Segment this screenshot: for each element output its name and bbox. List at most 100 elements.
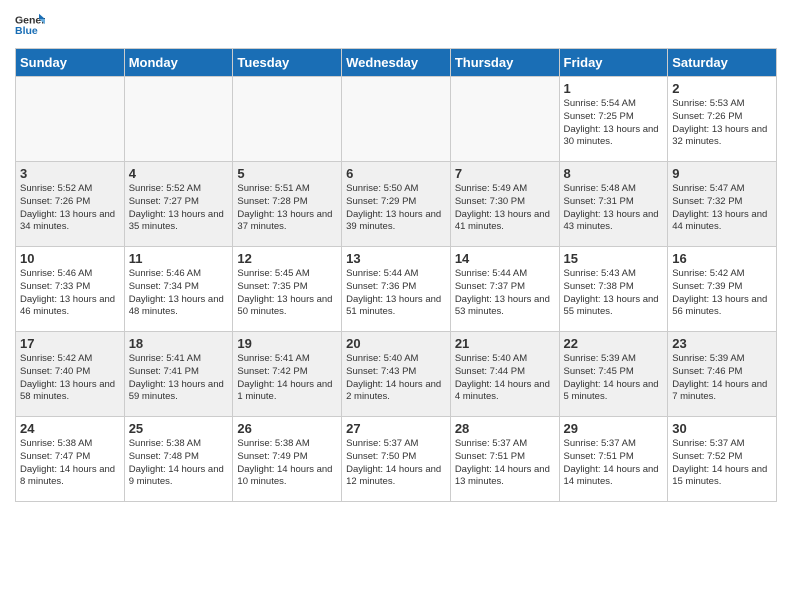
calendar-cell: 14 Sunrise: 5:44 AMSunset: 7:37 PMDayligh… <box>450 247 559 332</box>
day-info: Sunrise: 5:39 AMSunset: 7:46 PMDaylight:… <box>672 353 772 404</box>
calendar-cell: 4 Sunrise: 5:52 AMSunset: 7:27 PMDaylight… <box>124 162 233 247</box>
calendar-cell: 9 Sunrise: 5:47 AMSunset: 7:32 PMDaylight… <box>668 162 777 247</box>
day-number: 16 <box>672 251 772 266</box>
day-info: Sunrise: 5:38 AMSunset: 7:47 PMDaylight:… <box>20 438 120 489</box>
calendar-cell: 20 Sunrise: 5:40 AMSunset: 7:43 PMDayligh… <box>342 332 451 417</box>
weekday-header-sunday: Sunday <box>16 49 125 77</box>
calendar-cell <box>16 77 125 162</box>
day-info: Sunrise: 5:52 AMSunset: 7:27 PMDaylight:… <box>129 183 229 234</box>
day-info: Sunrise: 5:37 AMSunset: 7:50 PMDaylight:… <box>346 438 446 489</box>
calendar-cell: 1Sunrise: 5:54 AMSunset: 7:25 PMDaylight… <box>559 77 668 162</box>
day-info: Sunrise: 5:43 AMSunset: 7:38 PMDaylight:… <box>564 268 664 319</box>
weekday-header-friday: Friday <box>559 49 668 77</box>
calendar-cell: 30 Sunrise: 5:37 AMSunset: 7:52 PMDayligh… <box>668 417 777 502</box>
day-info: Sunrise: 5:40 AMSunset: 7:43 PMDaylight:… <box>346 353 446 404</box>
day-number: 9 <box>672 166 772 181</box>
calendar: SundayMondayTuesdayWednesdayThursdayFrid… <box>15 48 777 502</box>
logo: General Blue <box>15 10 45 40</box>
calendar-cell: 19 Sunrise: 5:41 AMSunset: 7:42 PMDayligh… <box>233 332 342 417</box>
calendar-cell: 2Sunrise: 5:53 AMSunset: 7:26 PMDaylight… <box>668 77 777 162</box>
calendar-cell: 27 Sunrise: 5:37 AMSunset: 7:50 PMDayligh… <box>342 417 451 502</box>
day-number: 11 <box>129 251 229 266</box>
calendar-cell: 11 Sunrise: 5:46 AMSunset: 7:34 PMDayligh… <box>124 247 233 332</box>
day-info: Sunrise: 5:37 AMSunset: 7:51 PMDaylight:… <box>564 438 664 489</box>
day-number: 18 <box>129 336 229 351</box>
day-info: Sunrise: 5:38 AMSunset: 7:48 PMDaylight:… <box>129 438 229 489</box>
day-number: 20 <box>346 336 446 351</box>
day-number: 13 <box>346 251 446 266</box>
day-info: Sunrise: 5:37 AMSunset: 7:52 PMDaylight:… <box>672 438 772 489</box>
day-number: 6 <box>346 166 446 181</box>
calendar-cell: 22 Sunrise: 5:39 AMSunset: 7:45 PMDayligh… <box>559 332 668 417</box>
day-number: 21 <box>455 336 555 351</box>
day-info: Sunrise: 5:42 AMSunset: 7:39 PMDaylight:… <box>672 268 772 319</box>
calendar-cell: 13 Sunrise: 5:44 AMSunset: 7:36 PMDayligh… <box>342 247 451 332</box>
day-info: Sunrise: 5:44 AMSunset: 7:36 PMDaylight:… <box>346 268 446 319</box>
day-info: Sunrise: 5:42 AMSunset: 7:40 PMDaylight:… <box>20 353 120 404</box>
day-number: 23 <box>672 336 772 351</box>
day-info: Sunrise: 5:47 AMSunset: 7:32 PMDaylight:… <box>672 183 772 234</box>
calendar-cell <box>450 77 559 162</box>
calendar-cell: 24 Sunrise: 5:38 AMSunset: 7:47 PMDayligh… <box>16 417 125 502</box>
day-number: 17 <box>20 336 120 351</box>
day-info: Sunrise: 5:41 AMSunset: 7:41 PMDaylight:… <box>129 353 229 404</box>
calendar-cell: 25Sunrise: 5:38 AMSunset: 7:48 PMDayligh… <box>124 417 233 502</box>
week-row-0: 1Sunrise: 5:54 AMSunset: 7:25 PMDaylight… <box>16 77 777 162</box>
calendar-cell: 10Sunrise: 5:46 AMSunset: 7:33 PMDayligh… <box>16 247 125 332</box>
calendar-cell: 29 Sunrise: 5:37 AMSunset: 7:51 PMDayligh… <box>559 417 668 502</box>
day-number: 29 <box>564 421 664 436</box>
day-number: 8 <box>564 166 664 181</box>
calendar-cell: 23 Sunrise: 5:39 AMSunset: 7:46 PMDayligh… <box>668 332 777 417</box>
day-number: 19 <box>237 336 337 351</box>
day-info: Sunrise: 5:46 AMSunset: 7:34 PMDaylight:… <box>129 268 229 319</box>
week-row-1: 3Sunrise: 5:52 AMSunset: 7:26 PMDaylight… <box>16 162 777 247</box>
day-number: 28 <box>455 421 555 436</box>
day-info: Sunrise: 5:39 AMSunset: 7:45 PMDaylight:… <box>564 353 664 404</box>
header: General Blue <box>15 10 777 40</box>
day-number: 30 <box>672 421 772 436</box>
day-number: 3 <box>20 166 120 181</box>
calendar-cell <box>124 77 233 162</box>
day-info: Sunrise: 5:51 AMSunset: 7:28 PMDaylight:… <box>237 183 337 234</box>
calendar-cell: 7Sunrise: 5:49 AMSunset: 7:30 PMDaylight… <box>450 162 559 247</box>
day-info: Sunrise: 5:41 AMSunset: 7:42 PMDaylight:… <box>237 353 337 404</box>
weekday-header-tuesday: Tuesday <box>233 49 342 77</box>
day-info: Sunrise: 5:37 AMSunset: 7:51 PMDaylight:… <box>455 438 555 489</box>
day-info: Sunrise: 5:49 AMSunset: 7:30 PMDaylight:… <box>455 183 555 234</box>
weekday-header-wednesday: Wednesday <box>342 49 451 77</box>
calendar-cell: 8Sunrise: 5:48 AMSunset: 7:31 PMDaylight… <box>559 162 668 247</box>
weekday-header-thursday: Thursday <box>450 49 559 77</box>
day-info: Sunrise: 5:38 AMSunset: 7:49 PMDaylight:… <box>237 438 337 489</box>
day-number: 15 <box>564 251 664 266</box>
day-info: Sunrise: 5:44 AMSunset: 7:37 PMDaylight:… <box>455 268 555 319</box>
calendar-cell: 12 Sunrise: 5:45 AMSunset: 7:35 PMDayligh… <box>233 247 342 332</box>
week-row-2: 10Sunrise: 5:46 AMSunset: 7:33 PMDayligh… <box>16 247 777 332</box>
day-info: Sunrise: 5:45 AMSunset: 7:35 PMDaylight:… <box>237 268 337 319</box>
day-number: 12 <box>237 251 337 266</box>
day-number: 22 <box>564 336 664 351</box>
svg-text:Blue: Blue <box>15 25 38 37</box>
day-number: 24 <box>20 421 120 436</box>
week-row-3: 17 Sunrise: 5:42 AMSunset: 7:40 PMDayligh… <box>16 332 777 417</box>
calendar-cell: 26 Sunrise: 5:38 AMSunset: 7:49 PMDayligh… <box>233 417 342 502</box>
weekday-header-monday: Monday <box>124 49 233 77</box>
calendar-cell: 6 Sunrise: 5:50 AMSunset: 7:29 PMDaylight… <box>342 162 451 247</box>
week-row-4: 24 Sunrise: 5:38 AMSunset: 7:47 PMDayligh… <box>16 417 777 502</box>
calendar-cell: 5Sunrise: 5:51 AMSunset: 7:28 PMDaylight… <box>233 162 342 247</box>
day-info: Sunrise: 5:50 AMSunset: 7:29 PMDaylight:… <box>346 183 446 234</box>
weekday-header-saturday: Saturday <box>668 49 777 77</box>
day-info: Sunrise: 5:54 AMSunset: 7:25 PMDaylight:… <box>564 98 664 149</box>
day-number: 4 <box>129 166 229 181</box>
day-number: 27 <box>346 421 446 436</box>
calendar-cell: 21 Sunrise: 5:40 AMSunset: 7:44 PMDayligh… <box>450 332 559 417</box>
day-number: 26 <box>237 421 337 436</box>
calendar-cell <box>342 77 451 162</box>
calendar-cell: 18 Sunrise: 5:41 AMSunset: 7:41 PMDayligh… <box>124 332 233 417</box>
day-number: 10 <box>20 251 120 266</box>
weekday-header-row: SundayMondayTuesdayWednesdayThursdayFrid… <box>16 49 777 77</box>
day-info: Sunrise: 5:40 AMSunset: 7:44 PMDaylight:… <box>455 353 555 404</box>
logo-icon: General Blue <box>15 10 45 40</box>
day-number: 14 <box>455 251 555 266</box>
calendar-cell: 16 Sunrise: 5:42 AMSunset: 7:39 PMDayligh… <box>668 247 777 332</box>
calendar-cell <box>233 77 342 162</box>
